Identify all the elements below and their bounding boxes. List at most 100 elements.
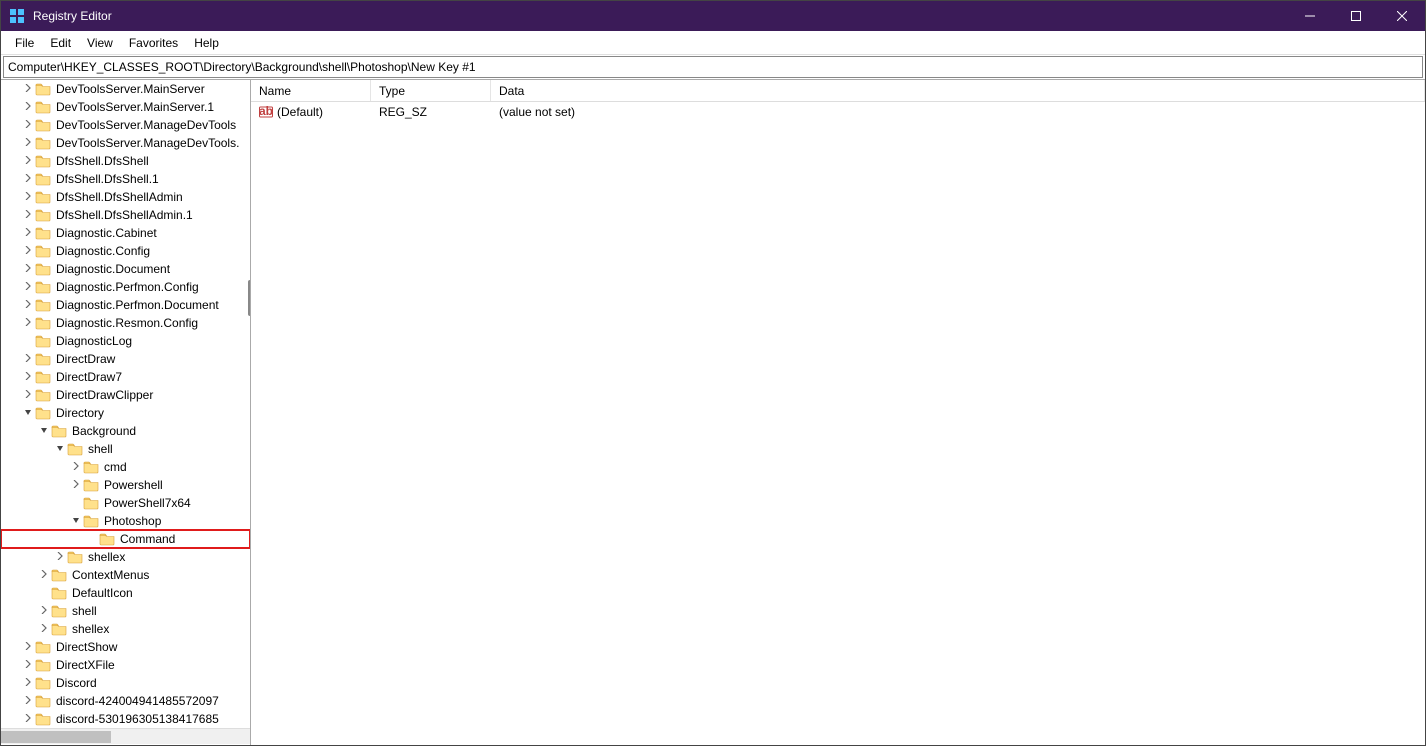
tree-item[interactable]: Diagnostic.Perfmon.Document (1, 296, 250, 314)
tree-item-label: DfsShell.DfsShellAdmin (54, 190, 185, 204)
tree-item[interactable]: discord-530196305138417685 (1, 710, 250, 728)
tree-item[interactable]: DfsShell.DfsShellAdmin (1, 188, 250, 206)
chevron-right-icon[interactable] (53, 552, 67, 563)
tree-pane[interactable]: DevToolsServer.MainServer DevToolsServer.… (1, 80, 251, 745)
folder-icon (83, 496, 99, 510)
chevron-right-icon[interactable] (21, 84, 35, 95)
minimize-button[interactable] (1287, 1, 1333, 31)
value-data: (value not set) (491, 105, 1425, 119)
chevron-right-icon[interactable] (37, 570, 51, 581)
tree-item[interactable]: DefaultIcon (1, 584, 250, 602)
chevron-right-icon[interactable] (21, 192, 35, 203)
tree-item[interactable]: DfsShell.DfsShell (1, 152, 250, 170)
scrollbar-thumb[interactable] (1, 731, 111, 743)
folder-icon (51, 622, 67, 636)
chevron-down-icon[interactable] (37, 426, 51, 437)
chevron-down-icon[interactable] (69, 516, 83, 527)
chevron-right-icon[interactable] (37, 606, 51, 617)
menu-favorites[interactable]: Favorites (121, 33, 186, 53)
chevron-right-icon[interactable] (21, 660, 35, 671)
chevron-right-icon[interactable] (21, 696, 35, 707)
chevron-right-icon[interactable] (21, 678, 35, 689)
tree-item[interactable]: DirectDraw (1, 350, 250, 368)
tree-item[interactable]: DevToolsServer.ManageDevTools (1, 116, 250, 134)
tree-item[interactable]: DirectDrawClipper (1, 386, 250, 404)
chevron-right-icon[interactable] (21, 210, 35, 221)
chevron-right-icon[interactable] (69, 462, 83, 473)
tree-item[interactable]: Diagnostic.Config (1, 242, 250, 260)
tree-item[interactable]: shellex (1, 620, 250, 638)
tree-item[interactable]: shell (1, 440, 250, 458)
menu-help[interactable]: Help (186, 33, 227, 53)
chevron-right-icon[interactable] (21, 354, 35, 365)
tree-item[interactable]: Powershell (1, 476, 250, 494)
menu-file[interactable]: File (7, 33, 42, 53)
chevron-right-icon[interactable] (21, 228, 35, 239)
tree-item-label: cmd (102, 460, 129, 474)
tree-item[interactable]: DevToolsServer.MainServer.1 (1, 98, 250, 116)
column-header-data[interactable]: Data (491, 80, 1425, 101)
tree-item-label: DevToolsServer.MainServer (54, 82, 207, 96)
folder-icon (35, 388, 51, 402)
chevron-right-icon[interactable] (21, 138, 35, 149)
tree-item[interactable]: Background (1, 422, 250, 440)
value-row[interactable]: ab (Default) REG_SZ (value not set) (251, 102, 1425, 122)
chevron-right-icon[interactable] (21, 318, 35, 329)
chevron-right-icon[interactable] (21, 300, 35, 311)
menu-view[interactable]: View (79, 33, 121, 53)
tree-item[interactable]: DfsShell.DfsShell.1 (1, 170, 250, 188)
tree-item[interactable]: DirectShow (1, 638, 250, 656)
folder-icon (51, 424, 67, 438)
close-button[interactable] (1379, 1, 1425, 31)
tree-item[interactable]: Discord (1, 674, 250, 692)
tree-item[interactable]: ContextMenus (1, 566, 250, 584)
menu-edit[interactable]: Edit (42, 33, 79, 53)
tree-item[interactable]: shellex (1, 548, 250, 566)
tree-item-label: Diagnostic.Resmon.Config (54, 316, 200, 330)
chevron-right-icon[interactable] (21, 156, 35, 167)
address-bar[interactable]: Computer\HKEY_CLASSES_ROOT\Directory\Bac… (3, 56, 1423, 78)
chevron-right-icon[interactable] (21, 264, 35, 275)
column-header-type[interactable]: Type (371, 80, 491, 101)
titlebar[interactable]: Registry Editor (1, 1, 1425, 31)
folder-icon (35, 262, 51, 276)
tree-item[interactable]: discord-424004941485572097 (1, 692, 250, 710)
tree-item[interactable]: DiagnosticLog (1, 332, 250, 350)
tree-item[interactable]: cmd (1, 458, 250, 476)
tree-horizontal-scrollbar[interactable] (1, 728, 250, 744)
chevron-down-icon[interactable] (53, 444, 67, 455)
folder-icon (51, 586, 67, 600)
chevron-right-icon[interactable] (21, 390, 35, 401)
tree-item[interactable]: DevToolsServer.ManageDevTools. (1, 134, 250, 152)
tree-item[interactable]: Diagnostic.Document (1, 260, 250, 278)
tree-item[interactable]: PowerShell7x64 (1, 494, 250, 512)
chevron-right-icon[interactable] (21, 102, 35, 113)
tree-item[interactable]: Diagnostic.Perfmon.Config (1, 278, 250, 296)
tree-item[interactable]: Diagnostic.Resmon.Config (1, 314, 250, 332)
chevron-right-icon[interactable] (21, 714, 35, 725)
chevron-right-icon[interactable] (21, 174, 35, 185)
chevron-right-icon[interactable] (69, 480, 83, 491)
tree-item[interactable]: Directory (1, 404, 250, 422)
tree-item[interactable]: Diagnostic.Cabinet (1, 224, 250, 242)
chevron-right-icon[interactable] (21, 246, 35, 257)
chevron-right-icon[interactable] (21, 642, 35, 653)
tree-item[interactable]: DirectDraw7 (1, 368, 250, 386)
tree-item[interactable]: shell (1, 602, 250, 620)
chevron-down-icon[interactable] (21, 408, 35, 419)
chevron-right-icon[interactable] (21, 372, 35, 383)
folder-icon (35, 334, 51, 348)
chevron-right-icon[interactable] (37, 624, 51, 635)
value-type: REG_SZ (371, 105, 491, 119)
maximize-button[interactable] (1333, 1, 1379, 31)
tree-item[interactable]: DirectXFile (1, 656, 250, 674)
chevron-right-icon[interactable] (21, 120, 35, 131)
tree-item[interactable]: Photoshop (1, 512, 250, 530)
tree-item[interactable]: DfsShell.DfsShellAdmin.1 (1, 206, 250, 224)
column-header-name[interactable]: Name (251, 80, 371, 101)
values-body[interactable]: ab (Default) REG_SZ (value not set) (251, 102, 1425, 745)
chevron-right-icon[interactable] (21, 282, 35, 293)
tree-item[interactable]: DevToolsServer.MainServer (1, 80, 250, 98)
tree-item[interactable]: Command (1, 530, 250, 548)
values-header: Name Type Data (251, 80, 1425, 102)
